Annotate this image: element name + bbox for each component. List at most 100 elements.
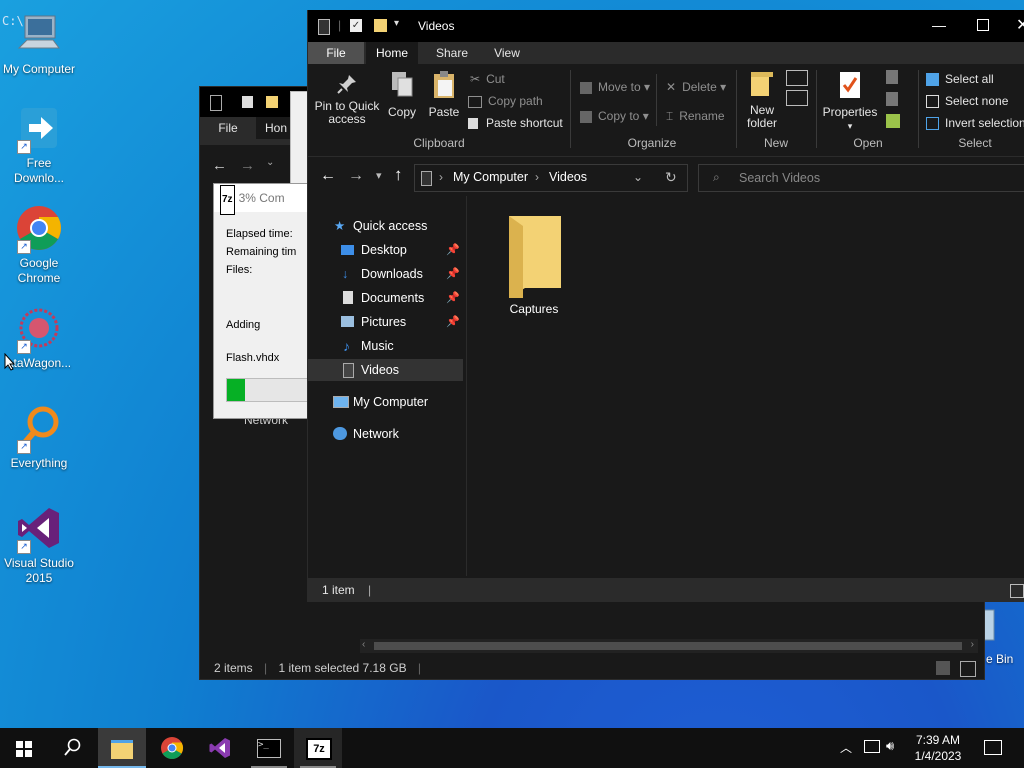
details-view-icon[interactable] <box>1010 584 1024 598</box>
desktop-icon-recycle-bin[interactable]: e Bin <box>982 606 1022 666</box>
scroll-right-icon[interactable]: › <box>971 639 974 650</box>
nav-item-videos[interactable]: Videos <box>308 359 463 381</box>
properties-button[interactable]: Properties ▾ <box>820 68 880 133</box>
move-to-button[interactable]: Move to ▾ <box>580 80 650 94</box>
pin-icon[interactable]: 📌 <box>446 311 460 333</box>
pin-to-quick-access-button[interactable]: Pin to Quick access <box>314 68 380 126</box>
easy-access-icon[interactable] <box>786 90 808 106</box>
tab-view[interactable]: View <box>482 42 532 64</box>
nav-label: Desktop <box>361 243 407 257</box>
cut-button[interactable]: ✂ Cut <box>470 72 505 86</box>
back-arrow-icon[interactable]: ← <box>212 157 227 174</box>
clock[interactable]: 7:39 AM 1/4/2023 <box>910 732 966 764</box>
close-button[interactable]: ✕ <box>1016 15 1024 35</box>
tab-file[interactable]: File <box>208 117 248 139</box>
move-to-icon <box>580 81 592 94</box>
nav-item-pictures[interactable]: Pictures 📌 <box>308 311 466 333</box>
new-folder-button[interactable]: New folder <box>740 68 784 130</box>
folder-icon[interactable] <box>266 96 278 108</box>
nav-item-desktop[interactable]: Desktop 📌 <box>308 239 466 261</box>
volume-icon[interactable]: 🔊︎ <box>886 738 894 754</box>
dialog-titlebar[interactable]: 7z 3% Com <box>214 184 310 215</box>
invert-selection-button[interactable]: Invert selection <box>926 116 1024 131</box>
desktop-icon-label: Visual Studio 2015 <box>4 556 74 585</box>
customize-quick-access-chevron-icon[interactable]: ▾ <box>394 18 399 29</box>
maximize-button[interactable] <box>977 19 989 31</box>
details-view-icon[interactable] <box>936 661 950 675</box>
chevron-down-icon[interactable]: ⌄ <box>266 157 274 168</box>
scroll-left-icon[interactable]: ‹ <box>362 639 365 650</box>
nav-item-downloads[interactable]: ↓ Downloads 📌 <box>308 263 466 285</box>
dialog-title: 3% Com <box>238 191 285 205</box>
taskbar-file-explorer[interactable] <box>98 728 146 768</box>
start-button[interactable] <box>0 728 48 768</box>
nav-item-music[interactable]: ♪ Music <box>308 335 466 357</box>
back-arrow-icon[interactable]: ← <box>320 167 336 185</box>
tab-file[interactable]: File <box>308 42 364 64</box>
copy-to-button[interactable]: Copy to ▾ <box>580 109 649 123</box>
breadcrumb-my-computer[interactable]: My Computer <box>453 170 528 184</box>
pin-icon[interactable]: 📌 <box>446 263 460 285</box>
taskbar-visual-studio[interactable] <box>196 728 244 768</box>
nav-item-quick-access[interactable]: ★ Quick access <box>308 215 466 237</box>
pin-icon[interactable]: 📌 <box>446 239 460 261</box>
desktop-icon-label: e Bin <box>986 652 1014 666</box>
network-tray-icon[interactable] <box>864 740 880 753</box>
history-icon[interactable] <box>886 114 900 128</box>
new-folder-quick-icon[interactable] <box>374 19 387 32</box>
desktop-icon-free-download[interactable]: ↗ Free Downlo... <box>0 104 78 186</box>
main-explorer-window[interactable]: | ✓ ▾ Videos — ✕ File Home Share View Pi… <box>307 10 1024 602</box>
recent-locations-chevron-icon[interactable]: ▾ <box>376 169 382 182</box>
taskbar-7zip[interactable]: 7z <box>294 728 342 768</box>
desktop-icon-visual-studio[interactable]: ↗ Visual Studio 2015 <box>0 504 78 586</box>
show-hidden-icons-chevron-icon[interactable]: ︿ <box>840 739 852 756</box>
forward-arrow-icon[interactable]: → <box>348 167 364 185</box>
large-icons-view-icon[interactable] <box>960 661 976 677</box>
search-box[interactable]: ⌕ Search Videos <box>698 164 1024 192</box>
delete-button[interactable]: ✕ Delete ▾ <box>666 80 726 94</box>
search-button[interactable] <box>48 728 96 768</box>
properties-quick-icon[interactable]: ✓ <box>350 19 362 32</box>
window-title: Videos <box>418 19 455 33</box>
nav-label: Pictures <box>361 315 407 329</box>
paste-shortcut-button[interactable]: Paste shortcut <box>468 116 563 130</box>
pin-icon[interactable]: 📌 <box>446 287 460 309</box>
rename-button[interactable]: ⌶ Rename <box>666 109 725 123</box>
file-list[interactable]: Captures <box>467 196 1024 576</box>
edit-icon[interactable] <box>886 92 898 106</box>
new-item-icon[interactable] <box>786 70 808 86</box>
nav-item-documents[interactable]: Documents 📌 <box>308 287 466 309</box>
breadcrumb-videos[interactable]: Videos <box>549 170 587 184</box>
select-all-button[interactable]: Select all <box>926 72 994 87</box>
forward-arrow-icon[interactable]: → <box>240 157 255 174</box>
folder-item-captures[interactable]: Captures <box>499 216 569 316</box>
address-bar[interactable]: › My Computer › Videos ⌄ ↻ <box>414 164 688 192</box>
properties-icon[interactable] <box>242 96 253 108</box>
select-none-button[interactable]: Select none <box>926 94 1008 109</box>
nav-item-my-computer[interactable]: My Computer <box>308 391 466 413</box>
horizontal-scrollbar[interactable]: ‹ › <box>360 639 978 653</box>
navigation-pane[interactable]: ★ Quick access Desktop 📌 ↓ Downloads 📌 D… <box>308 196 467 576</box>
desktop-icon-everything[interactable]: ↗ Everything <box>0 404 78 471</box>
window-titlebar[interactable]: | ✓ ▾ Videos — ✕ <box>308 10 1024 42</box>
minimize-button[interactable]: — <box>932 17 946 33</box>
nav-item-network[interactable]: Network <box>308 423 466 445</box>
scrollbar-thumb[interactable] <box>374 642 962 650</box>
clipboard-icon <box>432 70 456 100</box>
desktop-icon-label: Google Chrome <box>17 256 61 285</box>
tab-home[interactable]: Home <box>366 42 418 64</box>
up-arrow-icon[interactable]: ↑ <box>394 165 403 185</box>
address-history-chevron-icon[interactable]: ⌄ <box>633 170 643 184</box>
open-icon[interactable] <box>886 70 898 84</box>
7zip-progress-dialog[interactable]: 7z 3% Com Elapsed time: Remaining tim Fil… <box>213 183 311 419</box>
paste-button[interactable]: Paste <box>424 68 464 119</box>
taskbar-terminal[interactable]: >_ <box>245 728 293 768</box>
copy-path-button[interactable]: Copy path <box>468 94 543 108</box>
desktop-icon-chrome[interactable]: ↗ Google Chrome <box>0 204 78 286</box>
taskbar-chrome[interactable] <box>148 728 196 768</box>
refresh-icon[interactable]: ↻ <box>665 169 677 186</box>
copy-button[interactable]: Copy <box>384 68 420 119</box>
notification-center-icon[interactable] <box>984 740 1002 755</box>
nav-label: Music <box>361 339 394 353</box>
tab-share[interactable]: Share <box>424 42 480 64</box>
